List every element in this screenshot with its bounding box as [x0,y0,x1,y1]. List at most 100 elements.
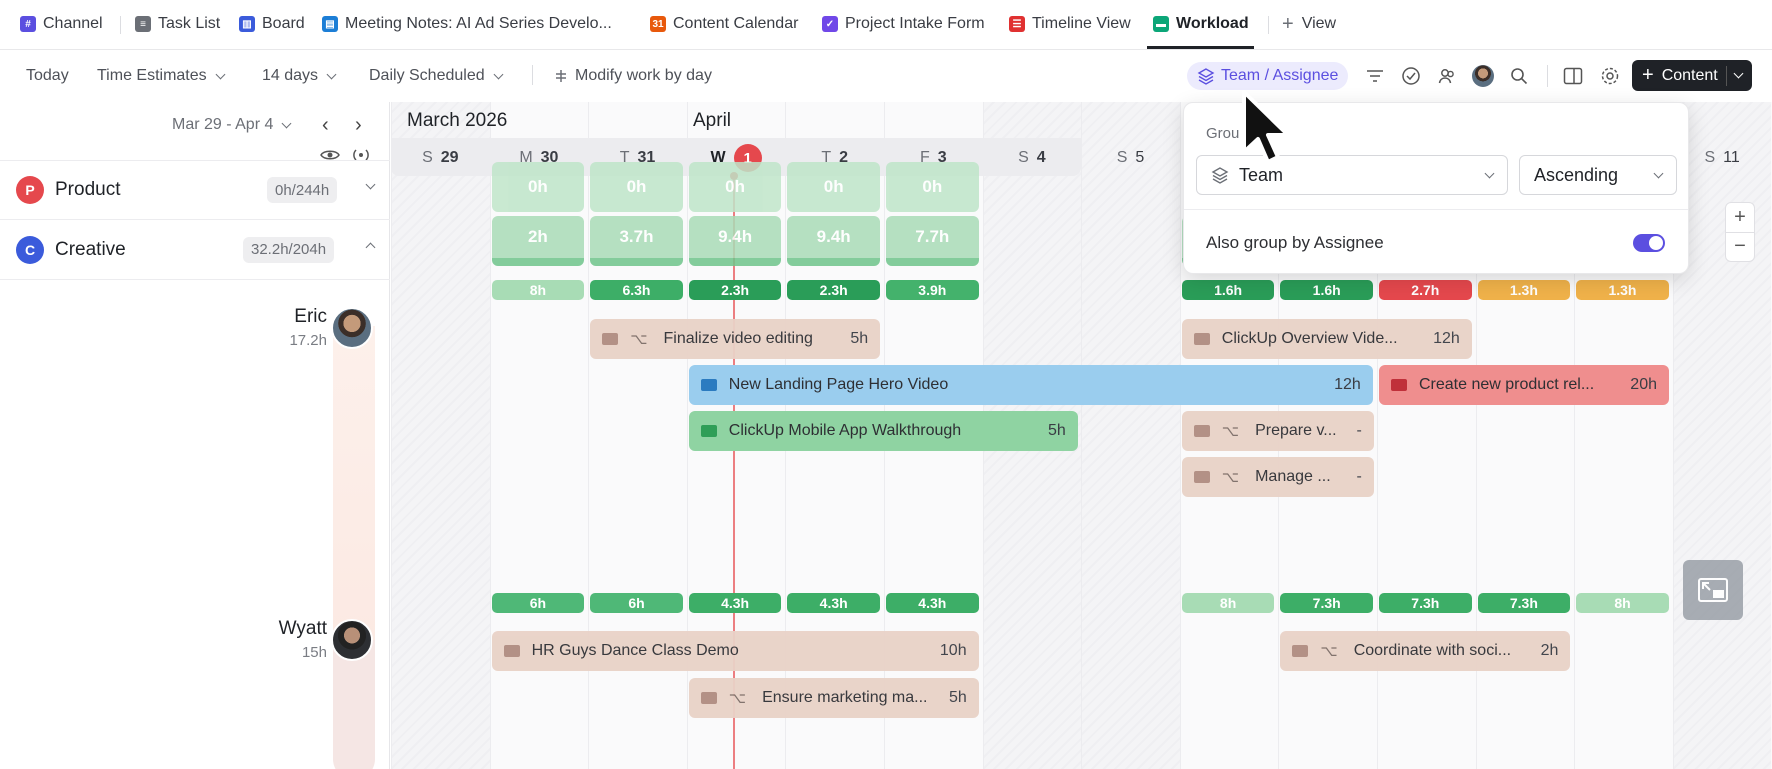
layout-button[interactable] [1559,62,1587,90]
hours-pill[interactable]: 6.3h [590,280,683,300]
hours-pill[interactable]: 1.3h [1477,280,1571,300]
hours-pill[interactable]: 8h [491,280,585,300]
capacity-cell[interactable]: 0h [787,162,880,212]
capacity-cell[interactable]: 0h [590,162,683,212]
hours-pill[interactable]: 7.3h [1477,593,1571,613]
hours-pill[interactable]: 7.3h [1280,593,1373,613]
capacity-cell[interactable]: 0h [491,162,585,212]
add-content-button[interactable]: + Content [1632,60,1752,91]
capacity-cell[interactable]: 2h [491,216,585,266]
hours-pill[interactable]: 1.6h [1280,280,1373,300]
chevron-down-icon[interactable] [365,179,376,190]
hours-pill[interactable]: 8h [1576,593,1669,613]
hours-pill[interactable]: 7.3h [1379,593,1472,613]
tab-workload[interactable]: ▬ Workload [1153,10,1249,38]
daily-scheduled-label: Daily Scheduled [369,67,485,84]
panel-icon [1563,67,1583,85]
task-label: Create new product rel... [1419,376,1595,393]
task-bar[interactable]: ClickUp Overview Vide... 12h [1181,319,1472,359]
tab-timeline-view[interactable]: ☰ Timeline View [1009,10,1131,38]
pip-button[interactable] [1683,560,1743,620]
layers-icon [1211,167,1229,184]
hours-pill[interactable]: 6h [491,593,585,613]
hours-pill[interactable]: 4.3h [787,593,880,613]
assignees-button[interactable] [1433,62,1461,90]
chevron-down-icon[interactable] [1733,68,1744,79]
capacity-cell[interactable]: 0h [688,162,782,212]
task-bar[interactable]: ⌥ Prepare v... - [1181,411,1374,451]
hours-pill[interactable]: 2.3h [688,280,782,300]
task-bar[interactable]: ⌥ Coordinate with soci... 2h [1280,631,1571,671]
modify-work-button[interactable]: Modify work by day [553,63,712,89]
tab-board[interactable]: ▥ Board [239,10,305,38]
hours-pill[interactable]: 6h [590,593,683,613]
task-bar[interactable]: HR Guys Dance Class Demo 10h [491,631,979,671]
time-estimates-dropdown[interactable]: Time Estimates [97,63,226,89]
zoom-out-button[interactable]: − [1726,232,1754,261]
person-wyatt[interactable]: Wyatt 15h [279,618,327,661]
add-view-button[interactable]: + View [1282,10,1336,38]
tab-task-list[interactable]: ≡ Task List [135,10,220,38]
also-group-toggle[interactable] [1633,234,1665,252]
task-bar[interactable]: ⌥ Finalize video editing 5h [590,319,881,359]
zoom-in-button[interactable]: + [1726,203,1754,232]
check-button[interactable] [1397,62,1425,90]
sort-order-select[interactable]: Ascending [1519,155,1677,195]
hours-pill[interactable]: 2.7h [1379,280,1472,300]
capacity-cell[interactable]: 3.7h [590,216,683,266]
task-bar[interactable]: ⌥ Manage ... - [1181,457,1374,497]
dependency-icon: ⌥ [1221,423,1240,440]
task-bar[interactable]: New Landing Page Hero Video 12h [688,365,1373,405]
tab-content-calendar[interactable]: 31 Content Calendar [650,10,798,38]
tab-label: Timeline View [1032,15,1131,32]
tab-label: Board [262,15,305,32]
hours-pill[interactable]: 1.6h [1181,280,1275,300]
hours-pill[interactable]: 4.3h [688,593,782,613]
next-week-button[interactable]: › [355,114,362,137]
tab-label: Meeting Notes: AI Ad Series Develo... [345,15,612,32]
group-hours: 32.2h/204h [243,236,335,263]
doc-icon: ▤ [322,16,338,32]
task-duration: - [1356,468,1362,485]
picture-in-picture-icon [1698,578,1728,602]
task-duration: 12h [1433,330,1460,347]
avatar[interactable] [331,307,373,349]
days-dropdown[interactable]: 14 days [262,63,337,89]
avatar[interactable] [331,619,373,661]
plus-icon: + [1642,64,1654,86]
person-eric[interactable]: Eric 17.2h [289,306,327,349]
hours-pill[interactable]: 1.3h [1576,280,1669,300]
hours-pill[interactable]: 8h [1181,593,1275,613]
tab-channel[interactable]: # Channel [20,10,103,38]
sort-order-value: Ascending [1534,164,1619,185]
daily-scheduled-dropdown[interactable]: Daily Scheduled [369,63,504,89]
group-row-product[interactable]: P Product 0h/244h [0,160,390,220]
capacity-cell[interactable]: 0h [886,162,979,212]
tab-meeting-notes[interactable]: ▤ Meeting Notes: AI Ad Series Develo... [322,10,612,38]
group-badge: P [16,176,44,204]
hours-pill[interactable]: 2.3h [787,280,880,300]
prev-week-button[interactable]: ‹ [322,114,329,137]
task-bar[interactable]: ClickUp Mobile App Walkthrough 5h [688,411,1078,451]
group-row-creative[interactable]: C Creative 32.2h/204h [0,220,390,280]
capacity-cell[interactable]: 9.4h [688,216,782,266]
capacity-cell[interactable]: 7.7h [886,216,979,266]
tab-project-intake[interactable]: ✓ Project Intake Form [822,10,985,38]
task-label: Coordinate with soci... [1353,642,1512,659]
day-column [391,102,490,769]
chevron-up-icon[interactable] [365,242,376,253]
me-mode-button[interactable] [1469,62,1497,90]
group-by-chip[interactable]: Team / Assignee [1187,62,1349,90]
settings-button[interactable] [1596,62,1624,90]
filter-button[interactable] [1361,62,1389,90]
tab-label: View [1301,15,1337,32]
capacity-cell[interactable]: 9.4h [787,216,880,266]
search-button[interactable] [1505,62,1533,90]
hours-pill[interactable]: 4.3h [886,593,979,613]
hours-pill[interactable]: 3.9h [886,280,979,300]
today-button[interactable]: Today [26,63,69,89]
task-bar[interactable]: Create new product rel... 20h [1379,365,1669,405]
toolbar-divider [532,65,533,85]
date-range-picker[interactable]: Mar 29 - Apr 4 [172,116,292,134]
task-bar[interactable]: ⌥ Ensure marketing ma... 5h [688,678,979,718]
